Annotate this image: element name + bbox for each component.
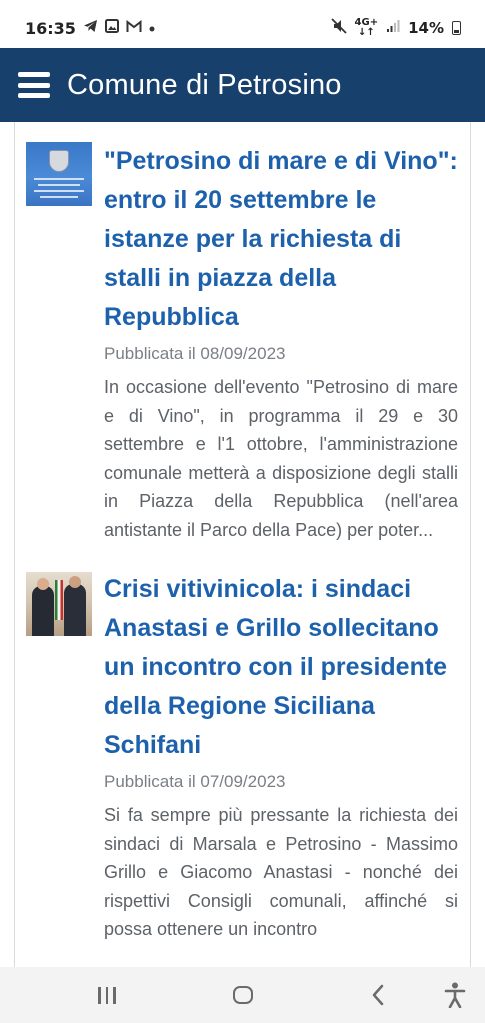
battery-icon	[452, 21, 461, 35]
accessibility-icon[interactable]	[443, 981, 467, 1009]
status-right: 4G+ ↓↑ 14%	[330, 17, 461, 38]
status-left: 16:35	[25, 19, 155, 38]
dot-icon	[149, 20, 155, 36]
article-title-link[interactable]: "Petrosino di mare e di Vino": entro il …	[104, 142, 458, 337]
status-time: 16:35	[25, 18, 76, 38]
telegram-icon	[83, 19, 98, 37]
recents-icon[interactable]	[96, 981, 118, 1009]
news-article[interactable]: "Petrosino di mare e di Vino": entro il …	[15, 142, 470, 544]
sindaci-photo-thumbnail[interactable]	[26, 572, 92, 636]
article-excerpt: In occasione dell'evento "Petrosino di m…	[104, 377, 458, 540]
signal-icon	[386, 19, 400, 37]
avviso-pubblico-thumbnail[interactable]	[26, 142, 92, 206]
article-date: Pubblicata il 08/09/2023	[104, 344, 286, 363]
back-icon[interactable]	[368, 981, 388, 1009]
system-nav-bar	[0, 967, 485, 1023]
gallery-icon	[104, 19, 119, 37]
app-bar: Comune di Petrosino	[0, 48, 485, 122]
app-title: Comune di Petrosino	[67, 68, 342, 101]
article-excerpt: Si fa sempre più pressante la richiesta …	[104, 805, 458, 939]
mute-icon	[330, 18, 347, 38]
hamburger-menu-icon[interactable]	[18, 72, 50, 98]
article-title-link[interactable]: Crisi vitivinicola: i sindaci Anastasi e…	[104, 570, 458, 765]
article-date: Pubblicata il 07/09/2023	[104, 772, 286, 791]
home-icon[interactable]	[231, 981, 255, 1009]
news-article[interactable]: Crisi vitivinicola: i sindaci Anastasi e…	[15, 570, 470, 944]
battery-percent: 14%	[408, 19, 444, 37]
news-list[interactable]: "Petrosino di mare e di Vino": entro il …	[14, 122, 471, 967]
network-type: 4G+ ↓↑	[354, 17, 379, 38]
gmail-icon	[126, 19, 142, 37]
